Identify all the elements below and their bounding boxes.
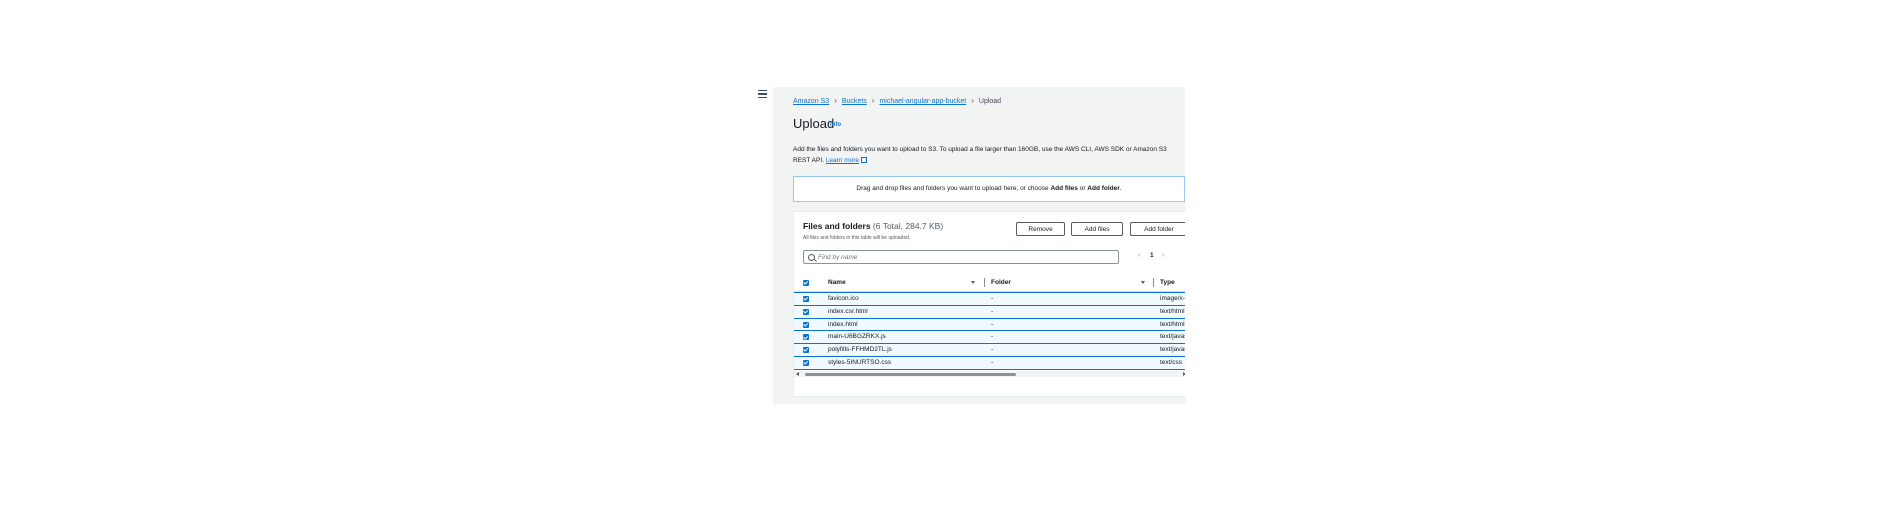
file-folder: - bbox=[991, 307, 994, 315]
page-description: Add the files and folders you want to up… bbox=[793, 145, 1183, 166]
search-field[interactable] bbox=[803, 250, 1119, 264]
file-type: text/javascript bbox=[1160, 346, 1185, 354]
table-row[interactable]: index.html - text/html bbox=[794, 317, 1185, 331]
table-row[interactable]: polyfills-FFHMD2TL.js - text/javascript bbox=[794, 343, 1185, 356]
file-name: main-U6BGZRKX.js bbox=[828, 333, 886, 341]
panel-title: Files and folders (6 Total, 284.7 KB) bbox=[803, 221, 943, 231]
scrollbar-thumb[interactable] bbox=[805, 372, 1016, 376]
learn-more-link[interactable]: Learn more bbox=[826, 157, 859, 164]
upload-dropzone[interactable]: Drag and drop files and folders you want… bbox=[793, 176, 1185, 202]
row-checkbox[interactable] bbox=[803, 321, 809, 328]
table-row[interactable]: main-U6BGZRKX.js - text/javascript bbox=[794, 330, 1185, 344]
row-checkbox[interactable] bbox=[803, 296, 809, 302]
file-type: text/javascript bbox=[1160, 333, 1185, 341]
file-folder: - bbox=[991, 320, 994, 328]
table-row[interactable]: styles-5INURTSO.css - text/css bbox=[794, 356, 1185, 370]
column-header-name[interactable]: Name bbox=[828, 279, 846, 286]
file-name: polyfills-FFHMD2TL.js bbox=[828, 346, 892, 354]
dropzone-or: or bbox=[1079, 185, 1086, 192]
file-folder: - bbox=[991, 333, 994, 341]
row-checkbox[interactable] bbox=[803, 347, 809, 354]
chevron-right-icon: › bbox=[971, 96, 974, 105]
row-checkbox[interactable] bbox=[803, 308, 809, 315]
file-name: index.csr.html bbox=[828, 307, 868, 315]
panel-file-count: (6 Total, 284.7 KB) bbox=[872, 221, 944, 231]
breadcrumb-bucket[interactable]: michael-angular-app-bucket bbox=[879, 98, 966, 105]
files-and-folders-panel: Files and folders (6 Total, 284.7 KB) Al… bbox=[793, 211, 1185, 397]
breadcrumb-current: Upload bbox=[978, 98, 1002, 105]
panel-title-text: Files and folders bbox=[803, 221, 871, 231]
file-name: favicon.ico bbox=[828, 295, 859, 302]
column-header-folder[interactable]: Folder bbox=[991, 279, 1011, 286]
navigation-rail bbox=[757, 87, 774, 404]
scroll-left-arrow-icon[interactable] bbox=[796, 371, 799, 376]
remove-button[interactable]: Remove bbox=[1016, 222, 1065, 236]
chevron-right-icon[interactable]: › bbox=[1162, 252, 1164, 259]
page-title: Upload bbox=[793, 116, 835, 131]
file-type: text/html bbox=[1160, 320, 1185, 328]
file-type: text/css bbox=[1160, 359, 1183, 366]
add-files-button[interactable]: Add files bbox=[1071, 222, 1123, 236]
info-link[interactable]: Info bbox=[830, 122, 841, 128]
file-name: styles-5INURTSO.css bbox=[828, 359, 892, 366]
file-folder: - bbox=[991, 346, 994, 354]
file-name: index.html bbox=[828, 320, 858, 328]
search-icon bbox=[808, 254, 815, 261]
sort-down-icon[interactable] bbox=[971, 281, 975, 284]
row-checkbox[interactable] bbox=[803, 334, 809, 341]
column-header-type[interactable]: Type bbox=[1160, 279, 1175, 286]
external-link-icon bbox=[861, 156, 868, 163]
main-content: Amazon S3 › Buckets › michael-angular-app-bu… bbox=[773, 87, 1185, 404]
add-folder-button[interactable]: Add folder bbox=[1130, 222, 1185, 236]
breadcrumb-amazon-s3[interactable]: Amazon S3 bbox=[793, 98, 829, 105]
file-type: image/x-icon bbox=[1160, 295, 1185, 302]
breadcrumb: Amazon S3 › Buckets › michael-angular-app-bu… bbox=[793, 96, 1001, 105]
dropzone-text: Drag and drop files and folders you want… bbox=[856, 185, 1049, 192]
table-row[interactable]: favicon.ico - image/x-icon bbox=[794, 292, 1185, 305]
column-divider[interactable] bbox=[984, 278, 985, 287]
file-folder: - bbox=[991, 359, 994, 366]
file-type: text/html bbox=[1160, 307, 1185, 315]
column-divider[interactable] bbox=[1153, 278, 1154, 287]
scroll-right-arrow-icon[interactable] bbox=[1183, 371, 1185, 376]
page-number[interactable]: 1 bbox=[1150, 252, 1154, 259]
search-input[interactable] bbox=[818, 252, 1108, 262]
panel-subtitle: All files and folders in this table will… bbox=[803, 235, 911, 241]
chevron-right-icon: › bbox=[834, 96, 837, 105]
file-folder: - bbox=[991, 295, 994, 302]
dropzone-add-folder: Add folder bbox=[1087, 185, 1120, 192]
hamburger-menu-icon[interactable] bbox=[758, 90, 767, 99]
chevron-right-icon: › bbox=[871, 96, 875, 105]
s3-console-window: Amazon S3 › Buckets › michael-angular-app-bu… bbox=[757, 87, 1185, 404]
dropzone-period: . bbox=[1119, 185, 1122, 192]
dropzone-add-files: Add files bbox=[1050, 185, 1078, 192]
breadcrumb-buckets[interactable]: Buckets bbox=[842, 98, 867, 105]
chevron-left-icon[interactable]: ‹ bbox=[1138, 252, 1140, 259]
table-row[interactable]: index.csr.html - text/html bbox=[794, 304, 1185, 318]
sort-down-icon[interactable] bbox=[1141, 281, 1145, 284]
select-all-checkbox[interactable] bbox=[803, 280, 809, 286]
row-checkbox[interactable] bbox=[803, 360, 809, 366]
